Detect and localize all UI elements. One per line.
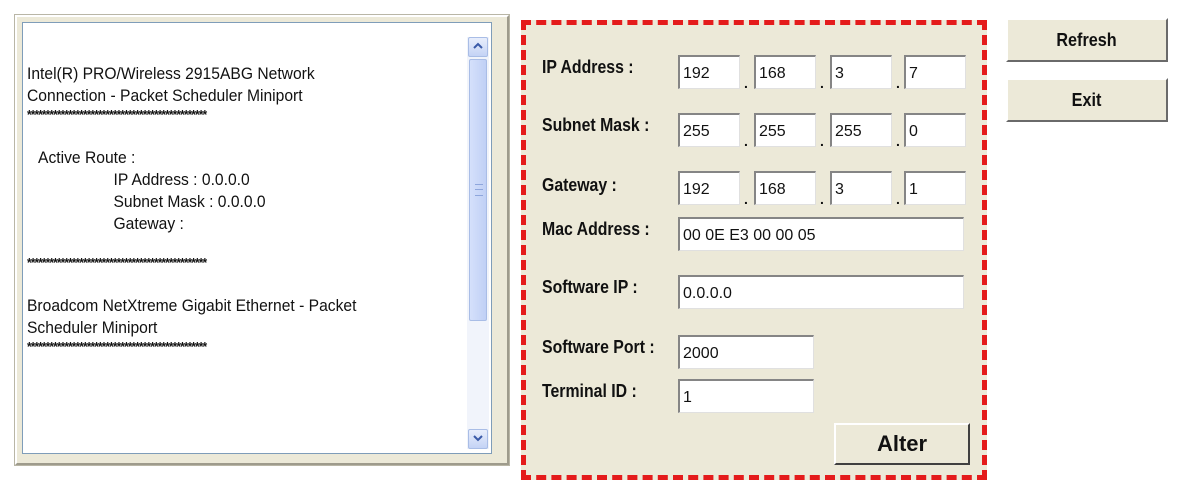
ip-dot: . bbox=[896, 75, 900, 91]
gateway-octet-3[interactable]: 3 bbox=[830, 171, 892, 205]
network-info-textbox[interactable]: Intel(R) PRO/Wireless 2915ABG Network Con… bbox=[22, 22, 492, 454]
separator-line: ****************************************… bbox=[27, 339, 207, 354]
ip-dot: . bbox=[820, 75, 824, 91]
mac-address-label: Mac Address : bbox=[542, 219, 650, 239]
subnet-dot: . bbox=[896, 133, 900, 149]
software-port-field[interactable]: 2000 bbox=[678, 335, 814, 369]
vertical-scrollbar[interactable] bbox=[467, 37, 489, 449]
separator-line: ****************************************… bbox=[27, 255, 207, 270]
network-config-panel: IP Address : 192 . 168 . 3 . 7 Subnet Ma… bbox=[521, 20, 987, 480]
gateway-label: Gateway : bbox=[542, 175, 617, 195]
output-line: Active Route : bbox=[38, 148, 136, 167]
grip-icon bbox=[475, 184, 483, 196]
refresh-button[interactable]: Refresh bbox=[1006, 18, 1168, 62]
output-line: Scheduler Miniport bbox=[27, 318, 158, 337]
gateway-dot: . bbox=[744, 191, 748, 207]
subnet-octet-3[interactable]: 255 bbox=[830, 113, 892, 147]
ip-octet-1[interactable]: 192 bbox=[678, 55, 740, 89]
chevron-down-icon bbox=[473, 433, 483, 445]
subnet-dot: . bbox=[744, 133, 748, 149]
scroll-up-button[interactable] bbox=[468, 37, 488, 57]
alter-button[interactable]: Alter bbox=[834, 423, 970, 465]
subnet-dot: . bbox=[820, 133, 824, 149]
gateway-octet-4[interactable]: 1 bbox=[904, 171, 966, 205]
refresh-button-label: Refresh bbox=[1056, 29, 1118, 50]
output-line: Subnet Mask : 0.0.0.0 bbox=[113, 192, 266, 211]
network-info-content: Intel(R) PRO/Wireless 2915ABG Network Con… bbox=[27, 63, 432, 359]
subnet-octet-2[interactable]: 255 bbox=[754, 113, 816, 147]
output-line: Connection - Packet Scheduler Miniport bbox=[27, 86, 303, 105]
separator-line: ****************************************… bbox=[27, 107, 207, 122]
software-port-label: Software Port : bbox=[542, 337, 655, 357]
exit-button-label: Exit bbox=[1072, 89, 1102, 110]
gateway-octet-1[interactable]: 192 bbox=[678, 171, 740, 205]
ip-dot: . bbox=[744, 75, 748, 91]
output-line: Gateway : bbox=[113, 214, 184, 233]
software-ip-field[interactable]: 0.0.0.0 bbox=[678, 275, 964, 309]
subnet-octet-4[interactable]: 0 bbox=[904, 113, 966, 147]
chevron-up-icon bbox=[473, 41, 483, 53]
ip-octet-2[interactable]: 168 bbox=[754, 55, 816, 89]
scroll-thumb[interactable] bbox=[469, 59, 487, 321]
exit-button[interactable]: Exit bbox=[1006, 78, 1168, 122]
ip-address-label: IP Address : bbox=[542, 57, 634, 77]
software-ip-label: Software IP : bbox=[542, 277, 638, 297]
gateway-dot: . bbox=[820, 191, 824, 207]
ip-octet-4[interactable]: 7 bbox=[904, 55, 966, 89]
output-line: IP Address : 0.0.0.0 bbox=[113, 170, 250, 189]
gateway-octet-2[interactable]: 168 bbox=[754, 171, 816, 205]
terminal-id-field[interactable]: 1 bbox=[678, 379, 814, 413]
mac-address-field[interactable]: 00 0E E3 00 00 05 bbox=[678, 217, 964, 251]
output-line: Intel(R) PRO/Wireless 2915ABG Network bbox=[27, 64, 315, 83]
terminal-id-label: Terminal ID : bbox=[542, 381, 637, 401]
gateway-dot: . bbox=[896, 191, 900, 207]
ip-octet-3[interactable]: 3 bbox=[830, 55, 892, 89]
scroll-down-button[interactable] bbox=[468, 429, 488, 449]
subnet-mask-label: Subnet Mask : bbox=[542, 115, 650, 135]
subnet-octet-1[interactable]: 255 bbox=[678, 113, 740, 147]
output-line: Broadcom NetXtreme Gigabit Ethernet - Pa… bbox=[27, 296, 357, 315]
